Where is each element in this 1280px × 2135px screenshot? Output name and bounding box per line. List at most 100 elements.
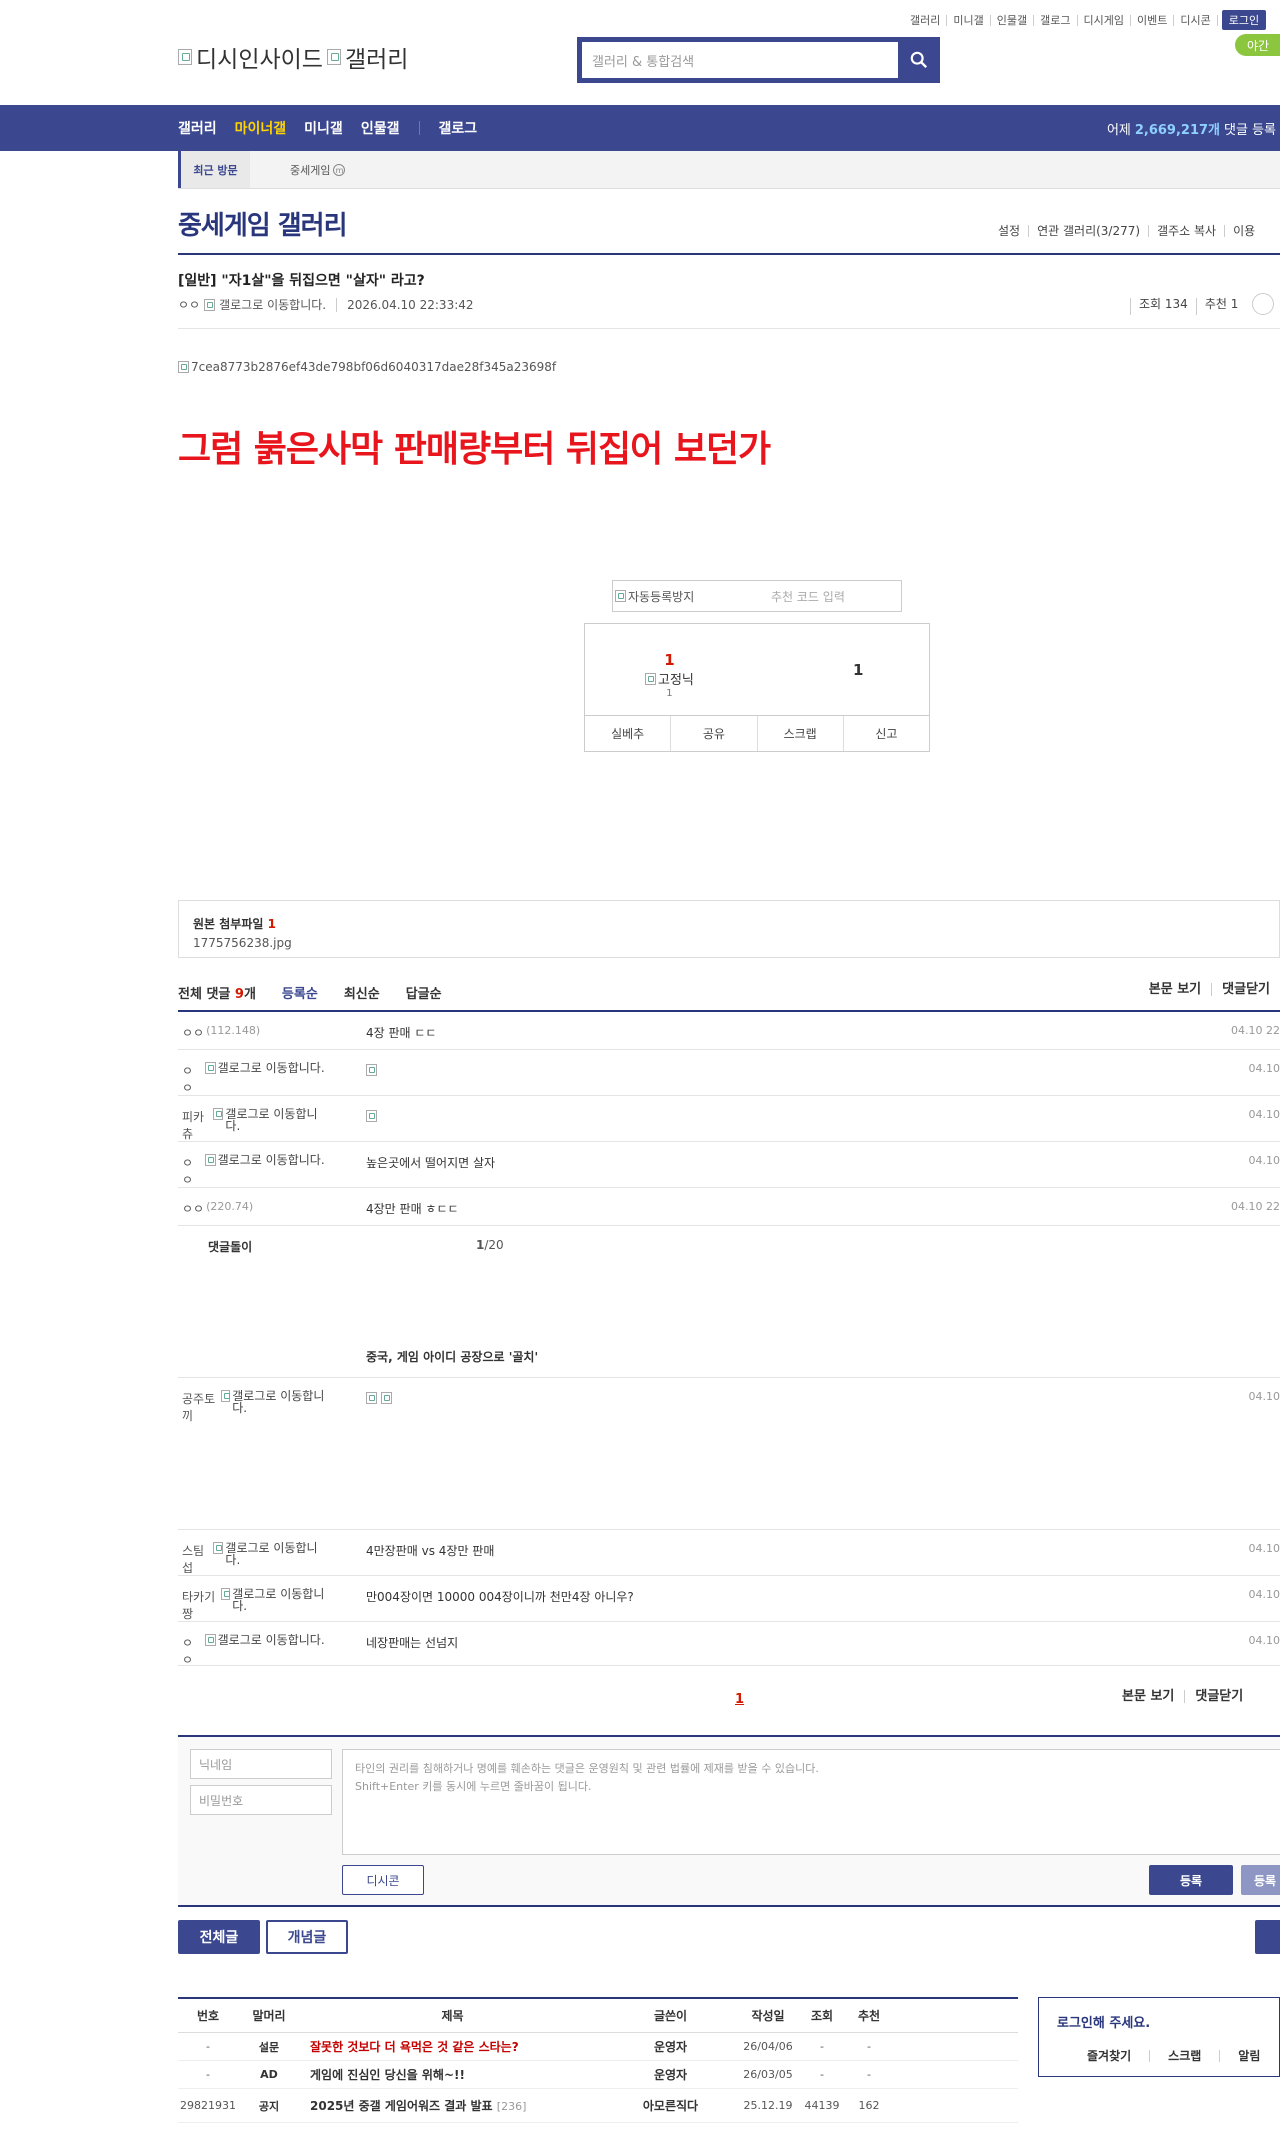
row-writer[interactable]: 아모른직다 — [605, 2097, 736, 2114]
recommend-box: 1 고정닉 1 1 실베추 공유 스크랩 신고 — [584, 623, 930, 752]
row-writer[interactable]: 운영자 — [605, 2066, 736, 2083]
login-prompt[interactable]: 로그인해 주세요. — [1057, 2012, 1150, 2031]
broken-image-icon — [205, 1634, 216, 1646]
write-button[interactable] — [1255, 1920, 1280, 1954]
post-image[interactable]: 7cea8773b2876ef43de798bf06d6040317dae28f… — [178, 360, 556, 374]
sort-latest[interactable]: 최신순 — [344, 983, 380, 1002]
usage-link[interactable]: 이용 — [1224, 225, 1263, 237]
recommend-up-button[interactable]: 1 고정닉 1 — [645, 651, 694, 699]
row-title[interactable]: 잘못한 것보다 더 욕먹은 것 같은 스타는? — [300, 2038, 605, 2055]
captcha-input[interactable]: 추천 코드 입력 — [763, 588, 845, 605]
recent-visit-item[interactable]: 중세게임 m — [290, 162, 346, 178]
close-comments-link[interactable]: 댓글닫기 — [1184, 1690, 1253, 1703]
favorites-link[interactable]: 즐겨찾기 — [1087, 2050, 1149, 2062]
comment-nick[interactable]: ㅇㅇ 갤로그로 이동합니다. — [182, 1154, 332, 1188]
report-button[interactable]: 신고 — [844, 716, 929, 751]
fixed-nick-label: 고정닉 — [645, 669, 694, 688]
comment-nick[interactable]: 공주토끼 갤로그로 이동합니다. — [182, 1390, 332, 1424]
scrap-button[interactable]: 스크랩 — [758, 716, 844, 751]
top-link-mini[interactable]: 미니갤 — [947, 14, 991, 26]
password-input[interactable]: 비밀번호 — [190, 1785, 332, 1815]
comment-nick[interactable]: 스팀섭 갤로그로 이동합니다. — [182, 1542, 332, 1576]
top-link-dcgame[interactable]: 디시게임 — [1078, 14, 1131, 26]
table-row: 29821931 공지 2025년 중갤 게임어워즈 결과 발표 [236] 아… — [178, 2089, 1018, 2123]
gallery-title[interactable]: 중세게임 갤러리 — [178, 205, 347, 242]
dolly-label: 댓글돌이 — [208, 1240, 253, 1254]
top-link-dccon[interactable]: 디시콘 — [1174, 14, 1218, 26]
sort-registered[interactable]: 등록순 — [282, 983, 318, 1002]
gallog-link[interactable]: 갤로그로 이동합니다. — [232, 1390, 332, 1414]
site-logo[interactable]: 디시인사이드 갤러리 — [178, 40, 408, 74]
logo-alt-text-2: 갤러리 — [344, 47, 409, 73]
attachment-file[interactable]: 1775756238.jpg — [193, 936, 1265, 950]
comment-jump-icon[interactable] — [1252, 293, 1275, 315]
nav-person[interactable]: 인물갤 — [361, 118, 400, 138]
gallog-link[interactable]: 갤로그로 이동합니다. — [218, 1634, 332, 1646]
author-gallog-link[interactable]: 갤로그로 이동합니다. — [219, 296, 326, 313]
comment-image — [366, 1108, 377, 1122]
nickname-input[interactable]: 닉네임 — [190, 1749, 332, 1779]
row-title[interactable]: 게임에 진심인 당신을 위해~!! — [300, 2066, 605, 2083]
comment-nick[interactable]: 피카츄 갤로그로 이동합니다. — [182, 1108, 332, 1142]
top-link-event[interactable]: 이벤트 — [1131, 14, 1175, 26]
search-input[interactable]: 갤러리 & 통합검색 — [582, 42, 898, 78]
scrap-link[interactable]: 스크랩 — [1149, 2050, 1219, 2062]
top-link-gallery[interactable]: 갤러리 — [904, 14, 948, 26]
col-views: 조회 — [810, 2009, 834, 2023]
copy-url-link[interactable]: 갤주소 복사 — [1148, 225, 1224, 237]
night-mode-button[interactable]: 야간 모 — [1235, 34, 1280, 70]
concept-posts-button[interactable]: 개념글 — [266, 1920, 348, 1954]
comment-page-1[interactable]: 1 — [735, 1692, 744, 1707]
comment-nick[interactable]: 타카기짱 갤로그로 이동합니다. — [182, 1588, 332, 1622]
row-reply-count: [236] — [496, 2100, 527, 2113]
top-link-gallog[interactable]: 갤로그 — [1034, 14, 1078, 26]
gallog-link[interactable]: 갤로그로 이동합니다. — [232, 1588, 332, 1612]
gallog-link[interactable]: 갤로그로 이동합니다. — [225, 1108, 332, 1132]
logo-alt-text: 디시인사이드 — [196, 47, 323, 73]
comment-nick[interactable]: ㅇㅇ (112.148) — [182, 1024, 332, 1041]
nick-text: 피카츄 — [182, 1110, 205, 1141]
comment-nick[interactable]: ㅇㅇ 갤로그로 이동합니다. — [182, 1062, 332, 1096]
recent-visit-item-label: 중세게임 — [290, 164, 331, 177]
row-title[interactable]: 2025년 중갤 게임어워즈 결과 발표 [236] — [300, 2097, 605, 2114]
share-button[interactable]: 공유 — [671, 716, 758, 751]
captcha-image: 자동등록방지 — [613, 588, 763, 605]
col-number: 번호 — [196, 2009, 220, 2023]
fixed-recommend-count: 1 — [853, 661, 864, 679]
comment-date: 04.10 — [1248, 1154, 1280, 1167]
best-recommend-button[interactable]: 실베추 — [585, 716, 672, 751]
dccon-button[interactable]: 디시콘 — [342, 1865, 424, 1895]
nav-minor[interactable]: 마이너갤 — [235, 118, 287, 138]
login-button[interactable]: 로그인 — [1221, 10, 1267, 30]
view-body-link[interactable]: 본문 보기 — [1122, 1690, 1184, 1703]
submit-recommend-button[interactable]: 등록 — [1241, 1865, 1280, 1895]
comment-nick[interactable]: ㅇㅇ (220.74) — [182, 1200, 332, 1217]
row-writer[interactable]: 운영자 — [605, 2038, 736, 2055]
top-link-person[interactable]: 인물갤 — [991, 14, 1035, 26]
gallog-link[interactable]: 갤로그로 이동합니다. — [218, 1062, 332, 1074]
settings-link[interactable]: 설정 — [990, 225, 1028, 237]
sort-replies[interactable]: 답글순 — [406, 983, 442, 1002]
search-button[interactable] — [898, 37, 940, 83]
gallery-util: 설정 연관 갤러리(3/277) 갤주소 복사 이용 — [990, 225, 1263, 237]
recent-visit-label[interactable]: 최근 방문 — [178, 151, 250, 188]
notice-link[interactable]: 알림 — [1219, 2050, 1278, 2062]
divider — [178, 328, 1280, 329]
post-author[interactable]: ㅇㅇ — [178, 296, 200, 313]
comment-text: 4장 판매 ㄷㄷ — [366, 1026, 437, 1040]
comment-textarea[interactable]: 타인의 권리를 침해하거나 명예를 훼손하는 댓글은 운영원칙 및 관련 법률에… — [342, 1749, 1280, 1855]
gallog-link[interactable]: 갤로그로 이동합니다. — [225, 1542, 332, 1566]
gallog-link[interactable]: 갤로그로 이동합니다. — [218, 1154, 332, 1166]
nav-mini[interactable]: 미니갤 — [304, 118, 343, 138]
dolly-headline[interactable]: 중국, 게임 아이디 공장으로 '골치' — [366, 1348, 538, 1365]
all-posts-button[interactable]: 전체글 — [178, 1920, 260, 1954]
view-body-link[interactable]: 본문 보기 — [1139, 983, 1211, 996]
nav-gallery[interactable]: 갤러리 — [178, 118, 217, 138]
comment-nick[interactable]: ㅇㅇ 갤로그로 이동합니다. — [182, 1634, 332, 1668]
comments-header: 전체 댓글 9개 등록순 최신순 답글순 본문 보기 댓글닫기 — [178, 983, 1280, 1011]
nav-gallog[interactable]: 갤로그 — [438, 118, 477, 138]
submit-button[interactable]: 등록 — [1149, 1865, 1233, 1895]
close-comments-link[interactable]: 댓글닫기 — [1211, 983, 1280, 996]
related-gallery-link[interactable]: 연관 갤러리(3/277) — [1028, 225, 1148, 237]
comment-date: 04.10 22 — [1231, 1200, 1280, 1213]
